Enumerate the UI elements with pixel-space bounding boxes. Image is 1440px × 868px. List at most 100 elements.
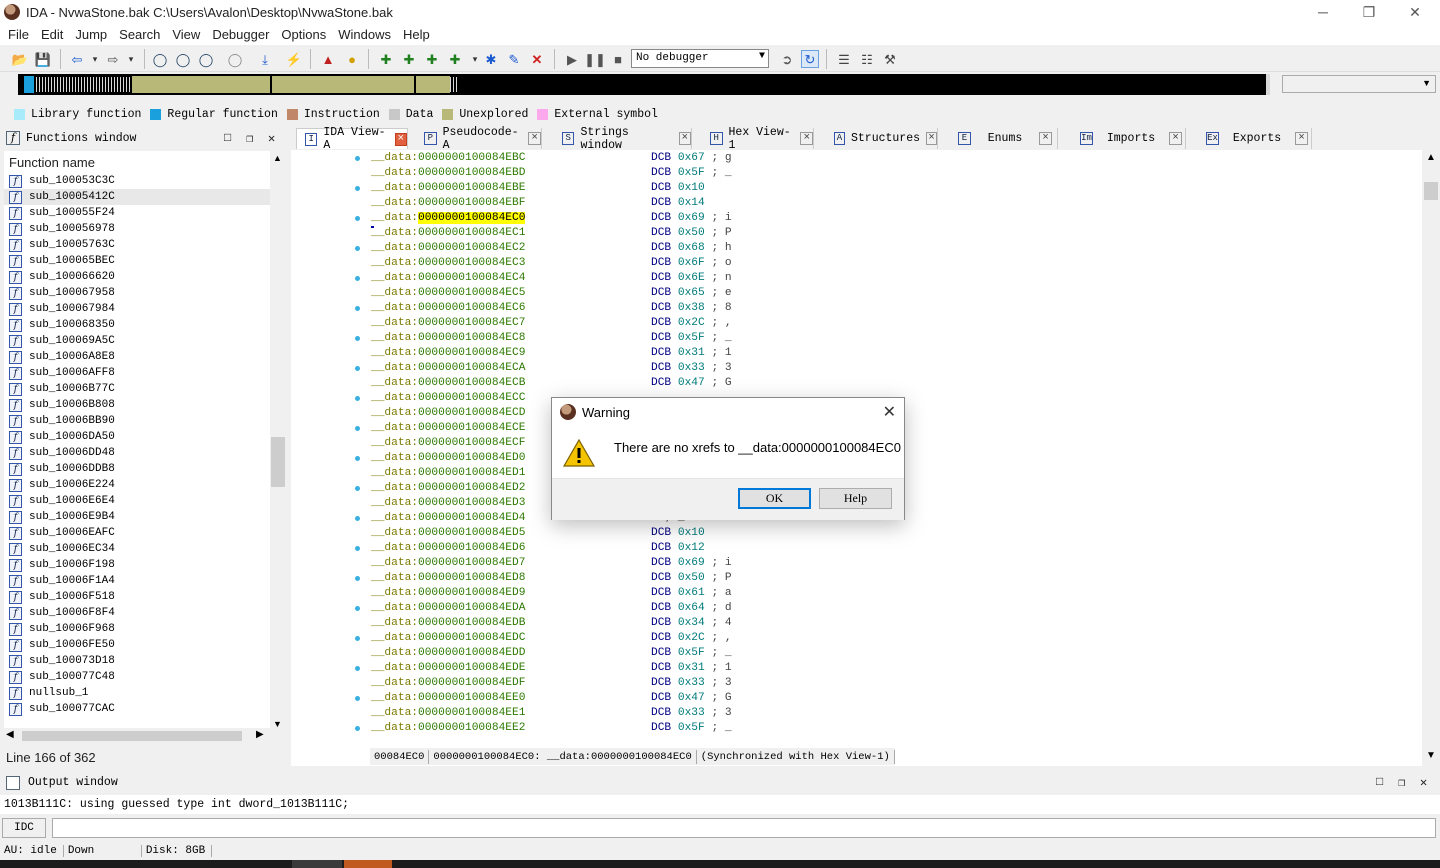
function-row[interactable]: f sub_10006DD48 <box>4 445 270 461</box>
tab-exports[interactable]: Ex Exports × <box>1198 128 1312 149</box>
breakpoint-marker[interactable] <box>355 246 360 251</box>
navigation-band[interactable] <box>18 74 1270 95</box>
line-address[interactable]: 0000000100084ECC <box>418 392 525 404</box>
line-operand[interactable]: 0x64 <box>678 602 705 614</box>
taskbar-item[interactable] <box>292 860 342 868</box>
search-binary-icon[interactable]: ◯ <box>197 50 215 68</box>
menu-file[interactable]: File <box>2 27 35 42</box>
line-address[interactable]: 0000000100084EC8 <box>418 332 525 344</box>
disassembly-line[interactable]: __data:0000000100084EDE DCB 0x31 ; 1 <box>371 662 1411 677</box>
close-icon[interactable]: ✕ <box>883 402 896 422</box>
scroll-down-icon[interactable]: ▼ <box>273 719 282 729</box>
alert-triangle-icon[interactable]: ▲ <box>319 50 337 68</box>
line-address[interactable]: 0000000100084EC9 <box>418 347 525 359</box>
breakpoint-marker[interactable] <box>355 396 360 401</box>
function-row[interactable]: f sub_100077C48 <box>4 669 270 685</box>
breakpoint-marker[interactable] <box>355 576 360 581</box>
lightbulb-icon[interactable]: ● <box>343 50 361 68</box>
disassembly-vertical-scrollbar[interactable]: ▲ ▼ <box>1422 150 1440 766</box>
disassembly-line[interactable]: __data:0000000100084ED8 DCB 0x50 ; P <box>371 572 1411 587</box>
line-address[interactable]: 0000000100084EC5 <box>418 287 525 299</box>
line-address[interactable]: 0000000100084EDD <box>418 647 525 659</box>
sync-icon[interactable]: ↻ <box>801 50 819 68</box>
line-operand[interactable]: 0x5F <box>678 332 705 344</box>
disassembly-line[interactable]: __data:0000000100084EE0 DCB 0x47 ; G <box>371 692 1411 707</box>
line-address[interactable]: 0000000100084EE1 <box>418 707 525 719</box>
function-row[interactable]: f sub_100069A5C <box>4 333 270 349</box>
play-icon[interactable]: ▶ <box>563 50 581 68</box>
menu-debugger[interactable]: Debugger <box>206 27 275 42</box>
taskbar-item[interactable] <box>344 860 392 868</box>
disassembly-line[interactable]: __data:0000000100084ED7 DCB 0x69 ; i <box>371 557 1411 572</box>
function-row[interactable]: f sub_100065BEC <box>4 253 270 269</box>
function-row[interactable]: f sub_10006EAFC <box>4 525 270 541</box>
stop-icon[interactable]: ■ <box>609 50 627 68</box>
line-operand[interactable]: 0x33 <box>678 362 705 374</box>
line-operand[interactable]: 0x31 <box>678 662 705 674</box>
list-icon[interactable]: ☰ <box>835 50 853 68</box>
disassembly-line[interactable]: __data:0000000100084EC0 DCB 0x69 ; i <box>371 212 1411 227</box>
function-row[interactable]: f sub_10006EC34 <box>4 541 270 557</box>
scrollbar-thumb[interactable] <box>271 437 285 487</box>
disassembly-line[interactable]: __data:0000000100084EC6 DCB 0x38 ; 8 <box>371 302 1411 317</box>
breakpoint-marker[interactable] <box>355 426 360 431</box>
line-address[interactable]: 0000000100084ED7 <box>418 557 525 569</box>
line-operand[interactable]: 0x67 <box>678 152 705 164</box>
function-row[interactable]: f sub_100053C3C <box>4 173 270 189</box>
tab-pseudocode-a[interactable]: P Pseudocode-A × <box>416 126 542 152</box>
open-folder-icon[interactable]: 📂 <box>11 50 29 68</box>
line-operand[interactable]: 0x61 <box>678 587 705 599</box>
step-icon[interactable]: ➲ <box>778 50 796 68</box>
disassembly-line[interactable]: __data:0000000100084ED6 DCB 0x12 <box>371 542 1411 557</box>
function-row[interactable]: f sub_10006AFF8 <box>4 365 270 381</box>
disassembly-line[interactable]: __data:0000000100084EBE DCB 0x10 <box>371 182 1411 197</box>
tree-icon[interactable]: ☷ <box>858 50 876 68</box>
scroll-up-icon[interactable]: ▲ <box>1426 152 1436 163</box>
menu-view[interactable]: View <box>166 27 206 42</box>
tab-imports[interactable]: Im Imports × <box>1072 128 1186 149</box>
idc-language-button[interactable]: IDC <box>2 818 46 838</box>
disassembly-line[interactable]: __data:0000000100084EC4 DCB 0x6E ; n <box>371 272 1411 287</box>
close-window-button[interactable]: ✕ <box>1392 0 1438 24</box>
chevron-down-icon[interactable]: ▾ <box>86 50 104 68</box>
disassembly-line[interactable]: __data:0000000100084EDC DCB 0x2C ; , <box>371 632 1411 647</box>
line-operand[interactable]: 0x2C <box>678 317 705 329</box>
function-row[interactable]: f sub_10005763C <box>4 237 270 253</box>
line-address[interactable]: 0000000100084EBC <box>418 152 525 164</box>
disassembly-line[interactable]: __data:0000000100084EDD DCB 0x5F ; _ <box>371 647 1411 662</box>
line-operand[interactable]: 0x14 <box>678 197 705 209</box>
functions-list[interactable]: Function name f sub_100053C3C f sub_1000541… <box>4 151 270 734</box>
menu-edit[interactable]: Edit <box>35 27 69 42</box>
line-address[interactable]: 0000000100084ED8 <box>418 572 525 584</box>
close-tab-icon[interactable]: × <box>800 132 813 145</box>
tab-structures[interactable]: A Structures × <box>826 128 938 149</box>
breakpoint-marker[interactable] <box>355 606 360 611</box>
disassembly-line[interactable]: __data:0000000100084ED5 DCB 0x10 <box>371 527 1411 542</box>
column-header-function-name[interactable]: Function name <box>4 151 270 173</box>
line-address[interactable]: 0000000100084ED2 <box>418 482 525 494</box>
breakpoint-marker[interactable] <box>355 666 360 671</box>
function-row[interactable]: f sub_10006FE50 <box>4 637 270 653</box>
line-address[interactable]: 0000000100084ED3 <box>418 497 525 509</box>
function-row[interactable]: f sub_10006B77C <box>4 381 270 397</box>
line-address[interactable]: 0000000100084ED4 <box>418 512 525 524</box>
scroll-right-icon[interactable]: ▶ <box>256 729 264 740</box>
line-address[interactable]: 0000000100084EC0 <box>418 212 526 224</box>
line-operand[interactable]: 0x47 <box>678 692 705 704</box>
line-operand[interactable]: 0x47 <box>678 377 705 389</box>
line-address[interactable]: 0000000100084EDB <box>418 617 525 629</box>
disassembly-line[interactable]: __data:0000000100084EDF DCB 0x33 ; 3 <box>371 677 1411 692</box>
line-address[interactable]: 0000000100084EC1 <box>418 227 525 239</box>
line-address[interactable]: 0000000100084EDA <box>418 602 525 614</box>
line-address[interactable]: 0000000100084EDC <box>418 632 525 644</box>
functions-horizontal-scrollbar[interactable]: ◀ ▶ <box>4 728 270 744</box>
forward-arrow-icon[interactable]: ⇨ <box>104 50 122 68</box>
line-address[interactable]: 0000000100084EC2 <box>418 242 525 254</box>
close-pane-icon[interactable]: ✕ <box>1420 775 1427 790</box>
float-pane-icon[interactable]: ❐ <box>246 131 253 146</box>
close-tab-icon[interactable]: × <box>926 132 937 145</box>
line-address[interactable]: 0000000100084ECD <box>418 407 525 419</box>
line-operand[interactable]: 0x5F <box>678 647 705 659</box>
tab-strings-window[interactable]: S Strings window × <box>554 126 692 152</box>
binoculars-icon[interactable]: ◯ <box>151 50 169 68</box>
